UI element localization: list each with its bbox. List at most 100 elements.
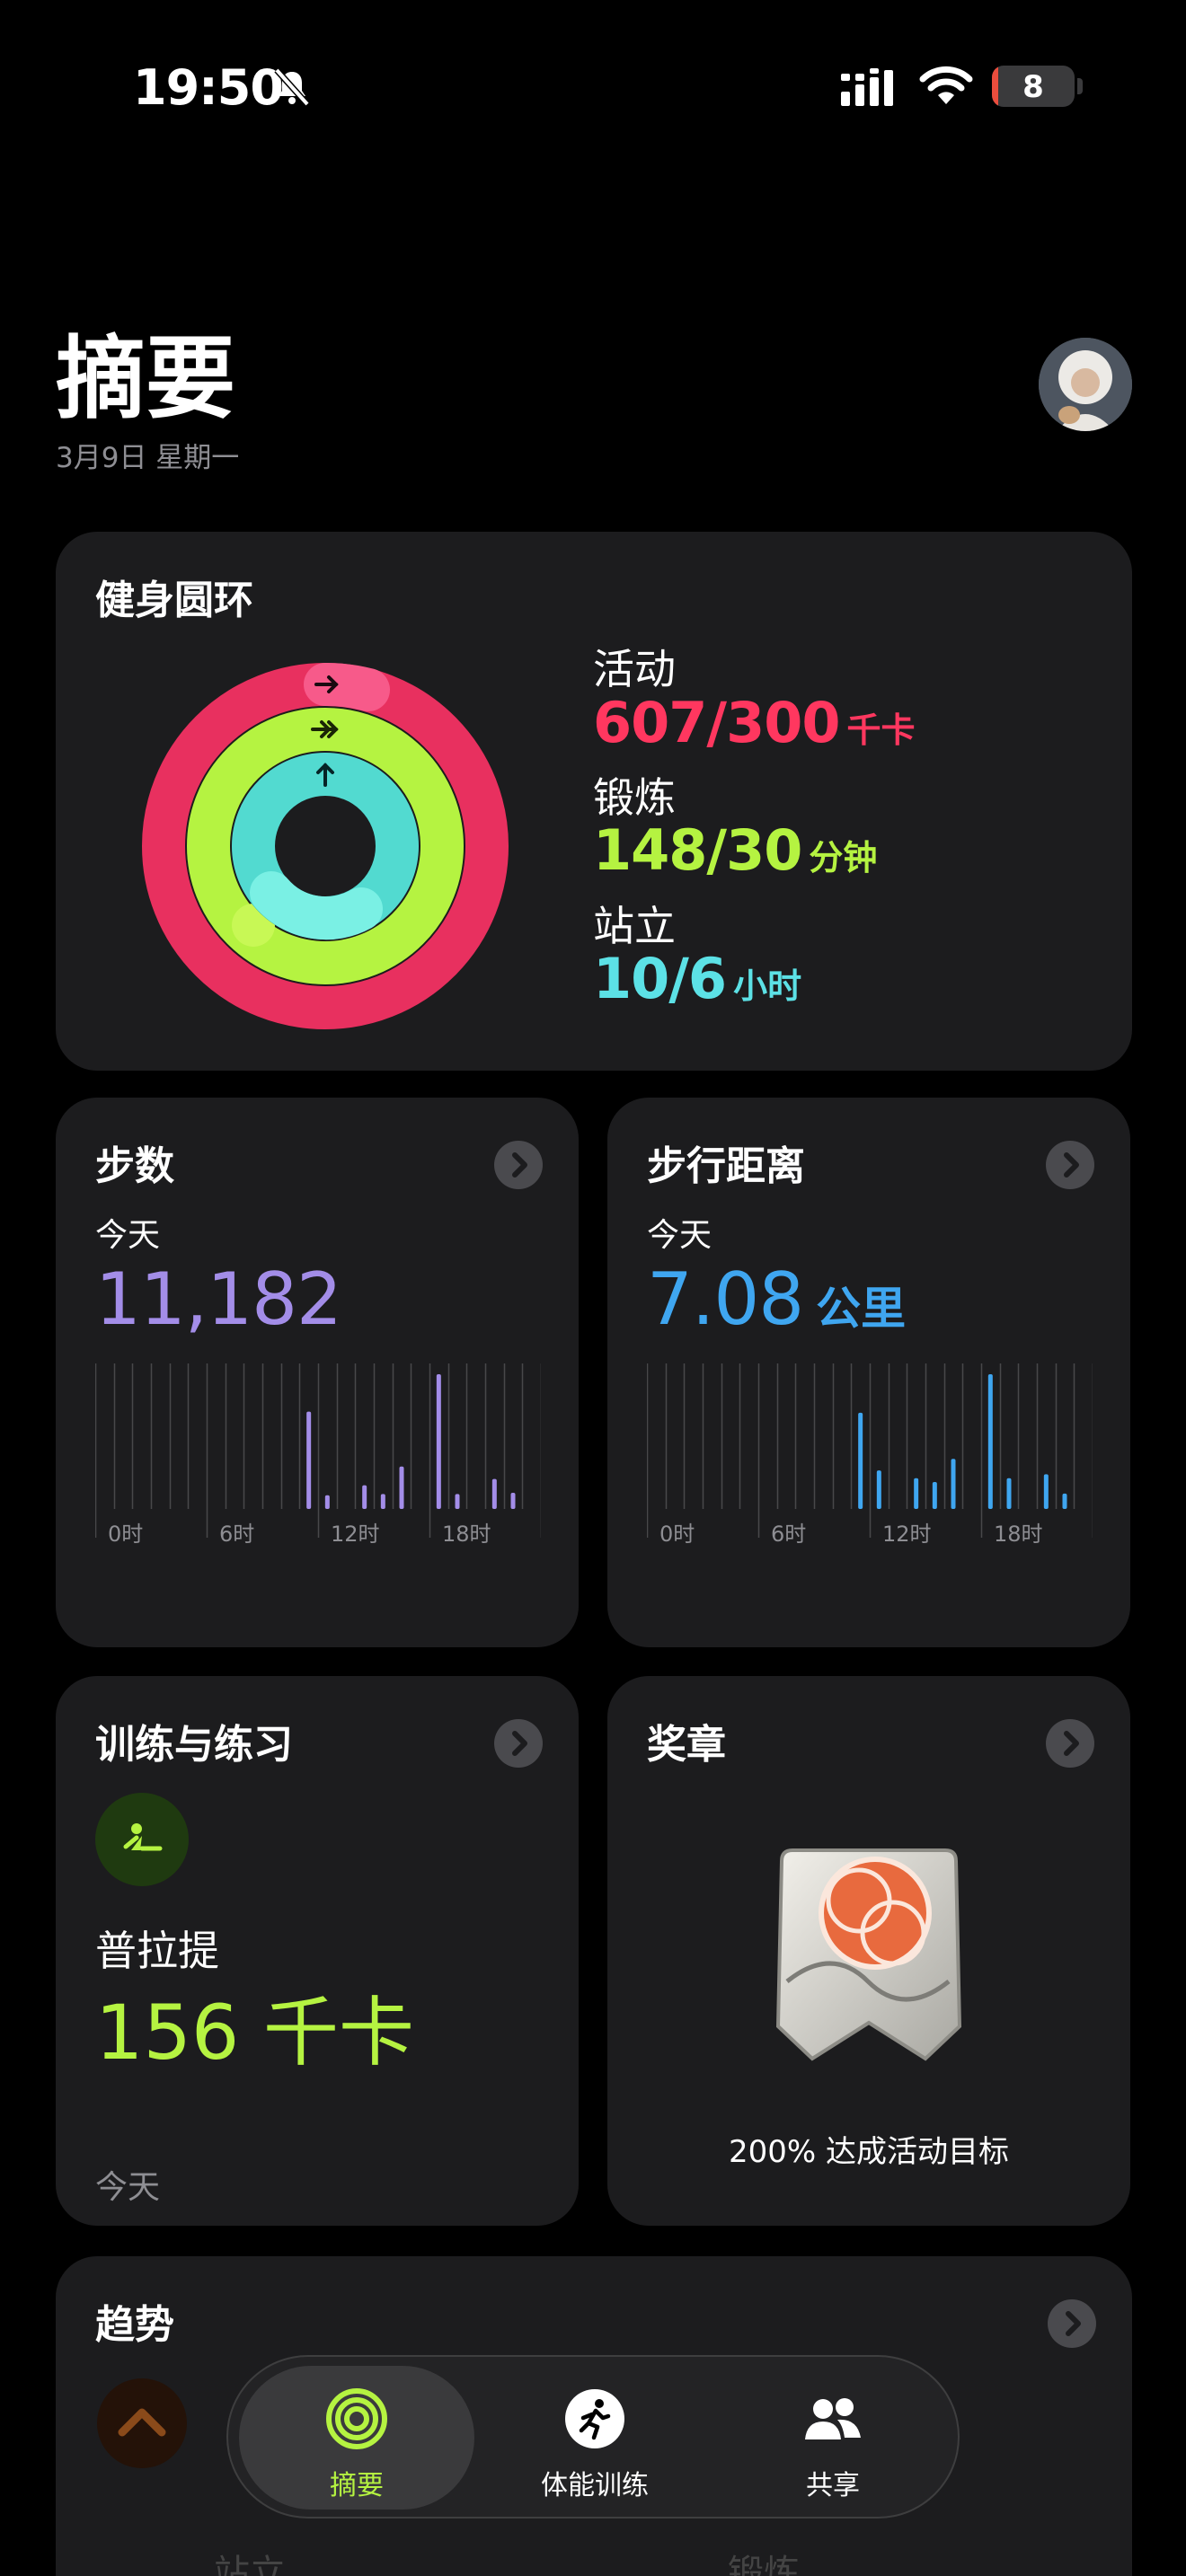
stand-value-row: 10/6 小时	[593, 948, 916, 1010]
steps-day: 今天	[95, 1217, 161, 1254]
steps-title: 步数	[95, 1143, 174, 1189]
distance-bar	[1043, 1474, 1049, 1509]
steps-chevron-button[interactable]	[494, 1141, 543, 1189]
steps-tick-label: 0时	[108, 1522, 143, 1547]
distance-bar	[987, 1374, 993, 1509]
steps-bar	[455, 1494, 460, 1509]
status-bar: 19:50 8	[0, 0, 1186, 171]
steps-bar	[436, 1374, 441, 1509]
move-label: 活动	[593, 645, 676, 693]
exercise-value: 148/30	[593, 817, 802, 884]
battery-indicator: 8	[992, 66, 1075, 107]
workout-name: 普拉提	[95, 1927, 219, 1975]
tab-workouts[interactable]: 体能训练	[477, 2366, 712, 2510]
status-time: 19:50	[133, 59, 284, 116]
steps-bar	[399, 1466, 404, 1509]
steps-chart: 0时 6时 12时 18时	[95, 1363, 541, 1547]
tab-sharing-label: 共享	[806, 2470, 860, 2501]
steps-tick-label: 6时	[219, 1522, 254, 1547]
signal-icon	[841, 68, 893, 106]
tab-summary[interactable]: 摘要	[239, 2366, 474, 2510]
move-value: 607/300	[593, 689, 840, 755]
avatar-photo	[1039, 338, 1132, 431]
distance-bar	[1006, 1478, 1012, 1509]
avatar[interactable]	[1039, 338, 1132, 431]
distance-tick-label: 0时	[659, 1522, 695, 1547]
distance-unit: 公里	[816, 1283, 907, 1335]
activity-rings-card[interactable]: 健身圆环 活动 607/300 千卡 锻炼 148/30 分钟 站立 10/6 …	[56, 532, 1132, 1071]
steps-tick-label: 12时	[331, 1522, 380, 1547]
steps-bar	[510, 1492, 516, 1509]
steps-bar	[380, 1494, 385, 1509]
distance-tick-label: 6时	[771, 1522, 806, 1547]
steps-card[interactable]: 步数 今天 11,182 0时 6时 12时 18时	[56, 1098, 579, 1647]
ring-stats: 活动 607/300 千卡 锻炼 148/30 分钟 站立 10/6 小时	[593, 647, 916, 1031]
people-icon	[805, 2398, 861, 2439]
trends-chevron-button[interactable]	[1048, 2299, 1096, 2348]
trend-up-icon	[97, 2378, 187, 2468]
stand-stat: 站立 10/6 小时	[593, 901, 916, 1010]
award-caption: 200% 达成活动目标	[728, 2134, 1009, 2170]
distance-chevron-button[interactable]	[1046, 1141, 1094, 1189]
chevron-right-icon	[1066, 2311, 1081, 2336]
move-value-row: 607/300 千卡	[593, 689, 916, 755]
workout-value: 156 千卡	[95, 1989, 415, 2077]
pilates-icon	[95, 1793, 189, 1886]
workouts-card[interactable]: 训练与练习 普拉提 156 千卡 今天	[56, 1676, 579, 2226]
stand-value: 10/6	[593, 946, 727, 1012]
awards-card[interactable]: 奖章 200% 达成活动目标	[607, 1676, 1130, 2226]
page-date: 3月9日 星期一	[56, 442, 240, 474]
distance-card[interactable]: 步行距离 今天 7.08 公里 0时 6时 12时 18时	[607, 1098, 1130, 1647]
wifi-icon	[919, 66, 973, 104]
steps-bar	[362, 1485, 367, 1509]
workouts-title: 训练与练习	[95, 1722, 293, 1768]
distance-bar	[1062, 1493, 1067, 1509]
battery-cap	[1077, 78, 1083, 94]
move-unit: 千卡	[846, 710, 916, 750]
distance-bar	[914, 1478, 919, 1509]
distance-day: 今天	[647, 1217, 712, 1254]
exercise-unit: 分钟	[809, 838, 878, 878]
trends-title: 趋势	[95, 2302, 174, 2348]
distance-chart: 0时 6时 12时 18时	[647, 1363, 1093, 1547]
tab-summary-label: 摘要	[330, 2470, 384, 2501]
trend-item-b: 锻炼	[728, 2553, 800, 2576]
stand-unit: 小时	[733, 966, 802, 1007]
chevron-right-icon	[512, 1152, 527, 1178]
tab-sharing[interactable]: 共享	[715, 2366, 951, 2510]
trend-item-a: 站立	[214, 2553, 286, 2576]
exercise-stat: 锻炼 148/30 分钟	[593, 775, 916, 882]
rings-icon	[326, 2388, 387, 2449]
chevron-right-icon	[1064, 1731, 1079, 1756]
distance-bar	[858, 1412, 863, 1509]
steps-bar	[324, 1495, 330, 1509]
activity-rings	[142, 663, 509, 1029]
tab-workouts-label: 体能训练	[541, 2470, 649, 2501]
stand-label: 站立	[593, 901, 676, 950]
chevron-right-icon	[512, 1731, 527, 1756]
distance-tick-label: 18时	[994, 1522, 1043, 1547]
exercise-label: 锻炼	[593, 772, 676, 822]
distance-title: 步行距离	[647, 1143, 805, 1189]
page-title: 摘要	[56, 326, 235, 431]
distance-tick-label: 12时	[882, 1522, 932, 1547]
steps-value: 11,182	[95, 1257, 342, 1341]
exercise-value-row: 148/30 分钟	[593, 820, 916, 881]
distance-bar	[876, 1470, 881, 1509]
workouts-chevron-button[interactable]	[494, 1719, 543, 1768]
steps-bar	[491, 1478, 497, 1509]
bell-slash-icon	[274, 67, 310, 107]
runner-icon	[565, 2389, 624, 2448]
chevron-right-icon	[1064, 1152, 1079, 1178]
workout-day: 今天	[95, 2169, 161, 2206]
battery-percent: 8	[1022, 69, 1044, 105]
steps-bar	[306, 1411, 312, 1509]
distance-bar	[951, 1459, 956, 1509]
rings-card-title: 健身圆环	[95, 578, 253, 623]
distance-value-row: 7.08 公里	[647, 1257, 906, 1341]
medal-icon	[775, 1848, 962, 2061]
awards-title: 奖章	[647, 1722, 726, 1768]
distance-bar	[932, 1482, 937, 1509]
awards-chevron-button[interactable]	[1046, 1719, 1094, 1768]
steps-tick-label: 18时	[442, 1522, 491, 1547]
